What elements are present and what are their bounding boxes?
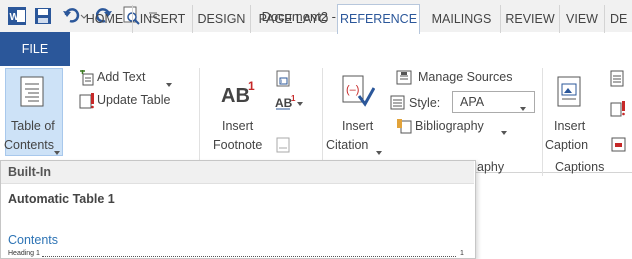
citation-style-value: APA [460,95,485,109]
built-in-header-label: Built-In [8,165,52,179]
preview-heading-entry: Heading 1 [8,250,40,257]
svg-text:AB: AB [221,85,250,106]
cross-reference-icon[interactable] [611,137,627,153]
next-footnote-icon[interactable]: AB 1 [273,93,303,111]
tab-view[interactable]: VIEW [559,5,604,33]
svg-text:1: 1 [291,94,296,103]
update-table-of-figures-icon[interactable] [610,100,626,118]
preview-page-number: 1 [460,250,464,257]
footnote-label-line2: Footnote [213,138,263,152]
tab-insert[interactable]: INSERT [132,5,192,33]
insert-caption-icon[interactable] [557,76,583,108]
insert-citation-icon[interactable]: (–) [341,74,376,110]
gallery-item-title[interactable]: Automatic Table 1 [8,192,115,206]
tab-mailings[interactable]: MAILINGS [423,5,500,33]
caption-label-line2: Caption [545,138,589,152]
insert-endnote-icon[interactable]: i [276,70,292,88]
table-of-contents-icon [20,76,46,108]
style-icon [390,95,408,111]
tab-developer[interactable]: DE [604,5,632,33]
tab-page-layout[interactable]: PAGE LAYO [250,5,336,33]
insert-footnote-icon[interactable]: AB 1 [219,78,257,107]
svg-text:i: i [281,79,282,85]
show-notes-icon[interactable] [276,137,290,153]
manage-sources-button[interactable]: Manage Sources [418,70,513,84]
update-table-icon [79,92,95,110]
bibliography-icon [396,118,412,134]
tab-references[interactable]: REFERENCE [337,4,420,34]
add-text-dropdown-icon [166,76,172,87]
tab-home[interactable]: HOME [77,5,132,33]
captions-group-label: Captions [555,160,605,174]
insert-table-of-figures-icon[interactable] [610,70,626,88]
svg-text:(–): (–) [346,84,359,96]
citation-label-line1: Insert [342,119,374,133]
citation-dropdown-arrow-icon [376,144,382,155]
ribbon-tab-bar [0,32,632,67]
add-text-button[interactable]: Add Text [97,70,145,84]
manage-sources-icon [396,70,414,87]
toc-dropdown-arrow-icon [54,144,60,155]
citations-group-label: aphy [477,160,505,174]
group-separator [542,68,543,176]
toc-label-line2: Contents [4,138,55,152]
built-in-section-header [1,161,474,184]
toc-label-line1: Table of [11,119,55,133]
update-table-button[interactable]: Update Table [97,93,170,107]
tab-file[interactable]: FILE [0,32,70,66]
add-text-icon [79,69,95,86]
footnote-label-line1: Insert [222,119,254,133]
tab-review[interactable]: REVIEW [500,5,559,33]
bibliography-dropdown-icon [501,124,507,135]
caption-label-line1: Insert [554,119,586,133]
svg-text:1: 1 [248,79,255,93]
preview-dot-leader [42,255,456,257]
bibliography-button[interactable]: Bibliography [415,119,484,133]
preview-contents-heading: Contents [8,233,59,247]
style-label: Style: [409,96,441,110]
style-dropdown-arrow-icon [520,100,526,111]
tab-design[interactable]: DESIGN [192,5,250,33]
citation-label-line2: Citation [326,138,369,152]
